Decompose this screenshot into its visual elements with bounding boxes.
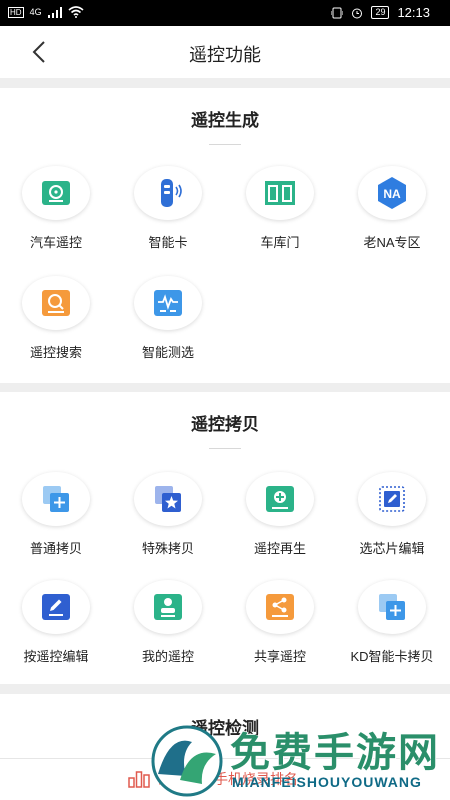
item-label: 遥控搜索: [29, 345, 82, 360]
section-title: 遥控拷贝: [191, 415, 259, 434]
item-label: KD智能卡拷贝: [350, 649, 434, 664]
section-title: 遥控检测: [191, 719, 259, 738]
share-icon: [246, 580, 314, 634]
item-shared-remote[interactable]: 共享遥控: [224, 580, 336, 680]
regenerate-plus-icon: [246, 472, 314, 526]
item-label: 老NA专区: [363, 235, 421, 250]
item-special-copy[interactable]: 特殊拷贝: [112, 472, 224, 572]
item-label: 智能测选: [141, 345, 194, 360]
section-title: 遥控生成: [191, 111, 259, 130]
item-remote-search[interactable]: 遥控搜索: [0, 276, 112, 376]
copy-plus-icon: [22, 472, 90, 526]
clock: 12:13: [397, 5, 430, 20]
app-bar: 遥控功能: [0, 26, 450, 78]
battery-indicator: 29: [371, 6, 390, 19]
item-label: 我的遥控: [141, 649, 194, 664]
network-label: 4G: [29, 7, 42, 17]
bottom-bar[interactable]: 查看我的手机烧录排名: [0, 758, 450, 800]
item-kd-smart-card-copy[interactable]: KD智能卡拷贝: [336, 580, 448, 680]
item-label: 选芯片编辑: [359, 541, 425, 556]
item-edit-by-remote[interactable]: 按遥控编辑: [0, 580, 112, 680]
my-remote-icon: [134, 580, 202, 634]
item-garage-door[interactable]: 车库门: [224, 166, 336, 266]
copy-star-icon: [134, 472, 202, 526]
item-car-remote[interactable]: 汽车遥控: [0, 166, 112, 266]
item-label: 智能卡: [148, 235, 188, 250]
svg-text:NA: NA: [383, 187, 401, 201]
vibrate-icon: [331, 7, 344, 18]
wifi-icon: [68, 6, 84, 18]
item-normal-copy[interactable]: 普通拷贝: [0, 472, 112, 572]
signal-icon: [47, 6, 62, 18]
item-label: 普通拷贝: [29, 541, 82, 556]
section-divider: [209, 144, 241, 145]
item-my-remote[interactable]: 我的遥控: [112, 580, 224, 680]
item-remote-regenerate[interactable]: 遥控再生: [224, 472, 336, 572]
status-bar: HD 4G 29 12:13: [0, 0, 450, 26]
item-old-na-zone[interactable]: NA 老NA专区: [336, 166, 448, 266]
copy-plus-icon: [358, 580, 426, 634]
section-divider: [209, 448, 241, 449]
chip-edit-icon: [358, 472, 426, 526]
burn-ranking-text: 查看我的手机烧录排名: [158, 771, 298, 787]
item-label: 按遥控编辑: [23, 649, 89, 664]
item-chip-edit[interactable]: 选芯片编辑: [336, 472, 448, 572]
page-title: 遥控功能: [189, 45, 261, 65]
alarm-icon: [352, 8, 363, 18]
section-remote-copy: 遥控拷贝 普通拷贝 特殊拷贝 遥控再生 选芯片编辑 按遥控编辑 我的遥控 共享遥…: [0, 392, 450, 684]
na-hexagon-icon: NA: [358, 166, 426, 220]
waveform-icon: [134, 276, 202, 330]
item-smart-card[interactable]: 智能卡: [112, 166, 224, 266]
item-label: 遥控再生: [253, 541, 306, 556]
steering-wheel-icon: [22, 166, 90, 220]
item-label: 共享遥控: [253, 649, 306, 664]
item-label: 汽车遥控: [29, 235, 82, 250]
smart-key-fob-icon: [134, 166, 202, 220]
hd-badge: HD: [8, 6, 24, 18]
item-smart-test[interactable]: 智能测选: [112, 276, 224, 376]
item-label: 车库门: [260, 235, 300, 250]
section-remote-generation: 遥控生成 汽车遥控 智能卡 车库门 NA 老NA专区 遥控搜索 智能测选: [0, 88, 450, 383]
burn-ranking-link[interactable]: 查看我的手机烧录排名: [128, 769, 298, 789]
item-label: 特殊拷贝: [141, 541, 194, 556]
search-icon: [22, 276, 90, 330]
bar-chart-icon: [128, 771, 150, 788]
edit-pencil-icon: [22, 580, 90, 634]
section-remote-detection: 遥控检测: [0, 694, 450, 758]
garage-door-icon: [246, 166, 314, 220]
